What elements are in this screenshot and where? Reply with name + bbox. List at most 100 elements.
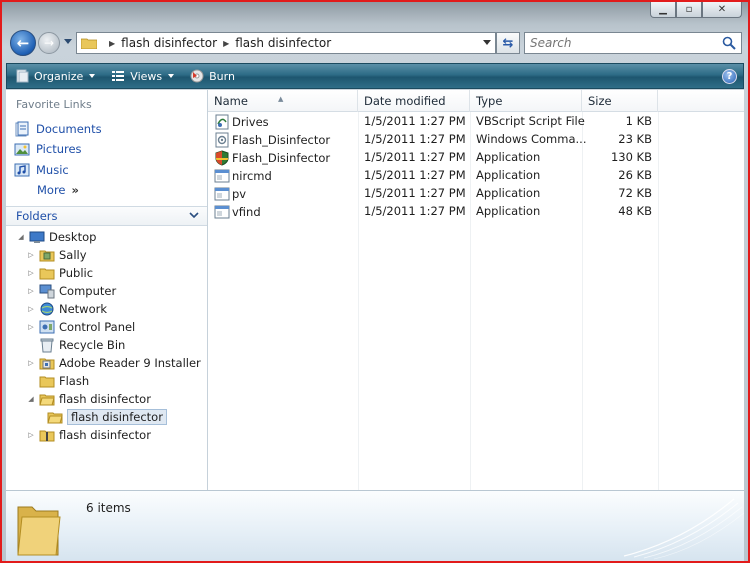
folder-icon — [39, 376, 55, 387]
forward-arrow-icon: → — [43, 36, 55, 50]
column-header-date[interactable]: Date modified — [358, 90, 470, 112]
tree-item-flash-disinfector[interactable]: ◢ flash disinfector — [26, 390, 151, 407]
navigation-pane: Favorite Links Documents Pictures Music … — [6, 90, 208, 490]
favorite-link-label: Music — [36, 163, 69, 177]
computer-icon — [39, 284, 55, 298]
file-size: 26 KB — [618, 168, 652, 182]
breadcrumb-item[interactable]: flash disinfector — [121, 36, 217, 50]
file-list: Name ▲ Date modified Type Size Drives 1/… — [208, 90, 744, 490]
tree-item-label: flash disinfector — [59, 427, 151, 442]
collapsed-twisty-icon[interactable]: ▷ — [26, 359, 36, 367]
breadcrumb-separator-icon[interactable]: ▶ — [109, 39, 115, 48]
more-label: More — [37, 183, 66, 197]
views-label: Views — [130, 69, 163, 83]
file-name: vfind — [232, 205, 261, 219]
recent-pages-dropdown[interactable] — [64, 39, 72, 44]
back-button[interactable]: ← — [10, 30, 36, 56]
collapsed-twisty-icon[interactable]: ▷ — [26, 305, 36, 313]
tree-item-desktop[interactable]: ◢ Desktop — [16, 228, 96, 245]
collapsed-twisty-icon[interactable]: ▷ — [26, 251, 36, 259]
expanded-twisty-icon[interactable]: ◢ — [26, 395, 36, 403]
tree-item-label: flash disinfector — [67, 408, 167, 425]
tree-item-label: Computer — [59, 283, 117, 298]
favorite-link-pictures[interactable]: Pictures — [14, 141, 82, 157]
close-button[interactable]: ✕ — [702, 2, 742, 18]
music-icon — [14, 163, 30, 177]
organize-button[interactable]: Organize — [7, 64, 103, 88]
collapsed-twisty-icon[interactable]: ▷ — [26, 323, 36, 331]
file-row[interactable]: pv 1/5/2011 1:27 PM Application 72 KB — [208, 185, 744, 203]
column-header-name[interactable]: Name ▲ — [208, 90, 358, 112]
help-icon: ? — [726, 71, 733, 82]
file-row[interactable]: vfind 1/5/2011 1:27 PM Application 48 KB — [208, 203, 744, 221]
tree-item-label: Sally — [59, 247, 87, 262]
file-row[interactable]: Drives 1/5/2011 1:27 PM VBScript Script … — [208, 113, 744, 131]
search-box[interactable] — [524, 32, 742, 54]
search-input[interactable] — [530, 36, 710, 50]
favorite-link-music[interactable]: Music — [14, 162, 69, 178]
tree-item-computer[interactable]: ▷ Computer — [26, 282, 116, 299]
recycle-bin-icon — [40, 338, 54, 352]
file-date: 1/5/2011 1:27 PM — [364, 186, 466, 200]
file-date: 1/5/2011 1:27 PM — [364, 204, 466, 218]
minimize-button[interactable]: ▁ — [650, 2, 676, 18]
more-links-button[interactable]: More » — [37, 183, 79, 197]
tree-item-flash-disinfector-selected[interactable]: flash disinfector — [34, 408, 167, 425]
maximize-icon: ▫ — [685, 4, 693, 15]
tree-item-sally[interactable]: ▷ Sally — [26, 246, 87, 263]
collapsed-twisty-icon[interactable]: ▷ — [26, 431, 36, 439]
expanded-twisty-icon[interactable]: ◢ — [16, 233, 26, 241]
refresh-button[interactable]: ⇆ — [496, 32, 520, 54]
column-header-size[interactable]: Size — [582, 90, 658, 112]
tree-item-flash[interactable]: Flash — [26, 372, 89, 389]
item-count: 6 items — [86, 501, 131, 515]
file-date: 1/5/2011 1:27 PM — [364, 132, 466, 146]
maximize-button[interactable]: ▫ — [676, 2, 702, 18]
search-icon[interactable] — [722, 36, 736, 50]
breadcrumb-separator-icon[interactable]: ▶ — [223, 39, 229, 48]
collapsed-twisty-icon[interactable]: ▷ — [26, 287, 36, 295]
file-type: VBScript Script File — [476, 114, 585, 128]
address-bar[interactable]: ▶ flash disinfector ▶ flash disinfector — [76, 32, 496, 54]
column-header-type[interactable]: Type — [470, 90, 582, 112]
tree-item-label: Adobe Reader 9 Installer — [59, 355, 201, 370]
large-folder-icon — [17, 506, 61, 556]
file-row[interactable]: Flash_Disinfector 1/5/2011 1:27 PM Appli… — [208, 149, 744, 167]
tree-item-public[interactable]: ▷ Public — [26, 264, 93, 281]
breadcrumb-item[interactable]: flash disinfector — [235, 36, 331, 50]
vbscript-icon — [215, 114, 229, 130]
refresh-icon: ⇆ — [502, 35, 514, 51]
burn-button[interactable]: Burn — [182, 64, 243, 88]
column-header-label: Name — [214, 94, 248, 108]
folders-header[interactable]: Folders — [6, 206, 207, 226]
file-date: 1/5/2011 1:27 PM — [364, 114, 466, 128]
cmd-script-icon — [215, 132, 229, 148]
views-button[interactable]: Views — [103, 64, 182, 88]
file-name: Flash_Disinfector — [232, 133, 331, 147]
favorite-link-documents[interactable]: Documents — [14, 121, 102, 137]
tree-item-network[interactable]: ▷ Network — [26, 300, 107, 317]
tree-item-control-panel[interactable]: ▷ Control Panel — [26, 318, 135, 335]
app-icon — [214, 187, 230, 201]
file-name: Drives — [232, 115, 269, 129]
forward-button[interactable]: → — [38, 32, 60, 54]
file-row[interactable]: Flash_Disinfector 1/5/2011 1:27 PM Windo… — [208, 131, 744, 149]
command-bar: Organize Views Burn ? — [6, 63, 744, 89]
file-size: 72 KB — [618, 186, 652, 200]
favorite-link-label: Documents — [36, 122, 102, 136]
file-row[interactable]: nircmd 1/5/2011 1:27 PM Application 26 K… — [208, 167, 744, 185]
tree-item-label: Public — [59, 265, 94, 280]
app-icon — [214, 169, 230, 183]
tree-item-flash-disinfector-zip[interactable]: ▷ flash disinfector — [26, 426, 151, 443]
column-header-label: Size — [588, 94, 612, 108]
tree-item-recycle-bin[interactable]: Recycle Bin — [26, 336, 125, 353]
shield-app-icon — [215, 150, 229, 166]
collapsed-twisty-icon[interactable]: ▷ — [26, 269, 36, 277]
open-folder-icon — [39, 394, 55, 405]
tree-item-adobe-reader-installer[interactable]: ▷ Adobe Reader 9 Installer — [26, 354, 201, 371]
chevron-down-icon[interactable] — [189, 210, 199, 220]
help-button[interactable]: ? — [722, 69, 737, 84]
address-dropdown-icon[interactable] — [483, 40, 491, 45]
pictures-icon — [14, 143, 30, 156]
file-size: 48 KB — [618, 204, 652, 218]
